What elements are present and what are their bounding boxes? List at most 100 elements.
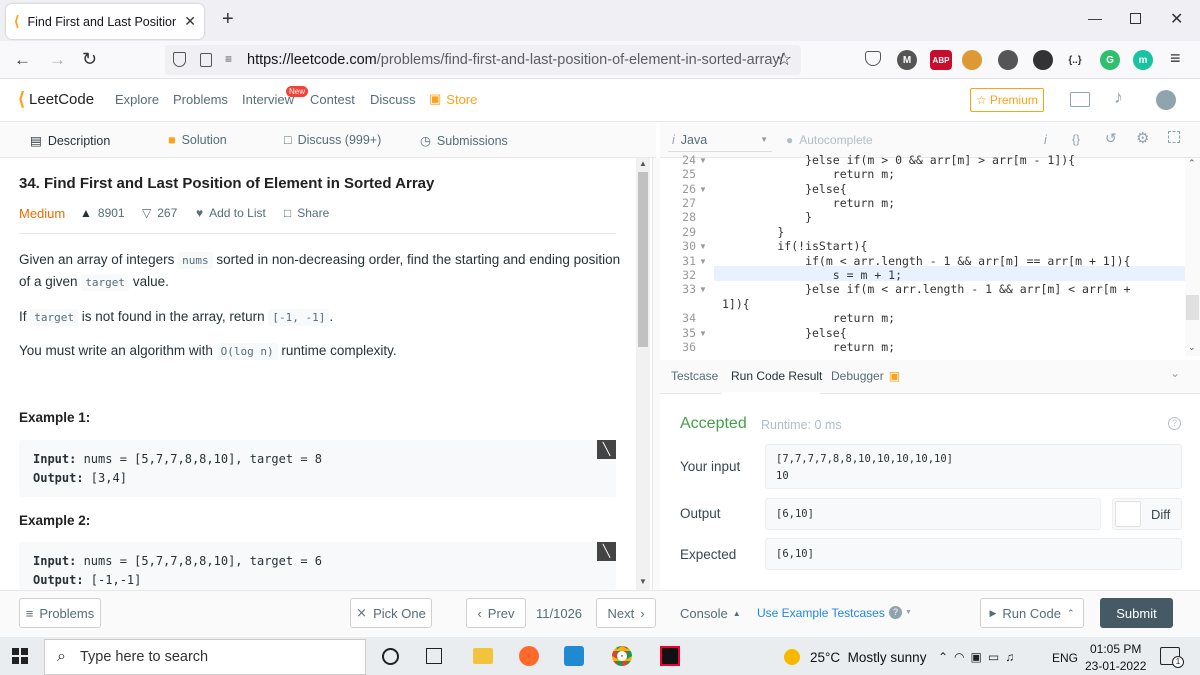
like-button[interactable]: ▲ 8901 [80, 206, 125, 220]
scrollbar-thumb[interactable] [1186, 295, 1199, 320]
collapse-chevron-icon[interactable]: ⌄ [1170, 366, 1180, 380]
chrome-icon[interactable] [612, 646, 632, 666]
intellij-icon[interactable] [660, 646, 680, 666]
taskbar-search[interactable]: ⌕ Type here to search [44, 639, 366, 675]
code-line[interactable]: s = m + 1; [722, 268, 902, 282]
browser-tab[interactable]: ⟨ Find First and Last Position of El ✕ [6, 4, 204, 39]
fold-arrow-icon[interactable]: ▼ [699, 285, 707, 294]
pick-one-button[interactable]: ⨯ Pick One [350, 598, 432, 628]
code-line[interactable]: 1]){ [722, 297, 750, 311]
lock-icon[interactable] [200, 53, 212, 67]
language-select[interactable]: i Java ▼ [668, 128, 772, 152]
code-line[interactable]: }else if(m < arr.length - 1 && arr[m] < … [722, 282, 1130, 296]
console-button[interactable]: Console ▲ [680, 606, 741, 622]
code-line[interactable]: return m; [722, 167, 895, 181]
back-icon[interactable]: ← [14, 50, 31, 70]
extension-icon[interactable]: M [897, 50, 917, 70]
autocomplete-toggle[interactable]: ● Autocomplete [786, 133, 873, 147]
clock-date[interactable]: 23-01-2022 [1085, 659, 1146, 673]
nav-discuss[interactable]: Discuss [370, 92, 416, 107]
shield-icon[interactable] [173, 52, 186, 67]
settings-icon[interactable]: ⚙ [1136, 129, 1149, 147]
submit-button[interactable]: Submit [1100, 598, 1173, 628]
panel-splitter[interactable] [652, 158, 660, 590]
fold-arrow-icon[interactable]: ▼ [699, 185, 707, 194]
braces-icon[interactable]: {} [1072, 132, 1080, 146]
fullscreen-icon[interactable] [1168, 131, 1180, 143]
vscode-icon[interactable] [564, 646, 584, 666]
permissions-icon[interactable]: ≡ [225, 52, 232, 66]
code-line[interactable]: }else{ [722, 326, 847, 340]
pin-icon[interactable]: ╲ [597, 542, 616, 561]
code-line[interactable]: } [722, 210, 812, 224]
help-dropdown[interactable]: ? ▼ [889, 606, 912, 619]
firefox-icon[interactable] [519, 646, 539, 666]
editor-scrollbar[interactable] [1185, 158, 1200, 356]
code-line[interactable]: return m; [722, 196, 895, 210]
add-to-list-button[interactable]: ♥ Add to List [196, 206, 266, 220]
playground-icon[interactable] [1070, 92, 1090, 107]
task-view-icon[interactable] [426, 648, 442, 664]
reset-icon[interactable]: ↺ [1105, 130, 1117, 147]
minimize-icon[interactable]: — [1088, 10, 1102, 26]
leetcode-logo[interactable]: ⟨ LeetCode [18, 89, 94, 110]
premium-button[interactable]: ☆ Premium [970, 88, 1044, 112]
menu-icon[interactable]: ≡ [1170, 48, 1181, 69]
notification-bell-icon[interactable]: ♪ [1114, 87, 1123, 108]
code-line[interactable]: if(!isStart){ [722, 239, 867, 253]
fold-arrow-icon[interactable]: ▼ [699, 329, 707, 338]
code-line[interactable]: }else if(m > 0 && arr[m] > arr[m - 1]){ [722, 153, 1075, 167]
help-icon[interactable]: ? [1168, 417, 1181, 430]
extension-icon[interactable] [1033, 50, 1053, 70]
code-line[interactable]: if(m < arr.length - 1 && arr[m] == arr[m… [722, 254, 1130, 268]
run-code-button[interactable]: ▶ Run Code ⌃ [980, 598, 1084, 628]
problems-button[interactable]: ≡ Problems [19, 598, 101, 628]
tab-testcase[interactable]: Testcase [671, 369, 718, 383]
nav-problems[interactable]: Problems [173, 92, 228, 107]
nav-contest[interactable]: Contest [310, 92, 355, 107]
tab-description[interactable]: ▤ Description [30, 133, 110, 149]
code-line[interactable]: } [722, 225, 784, 239]
tab-run-code-result[interactable]: Run Code Result [731, 369, 822, 383]
reload-icon[interactable]: ↻ [82, 49, 97, 70]
scroll-up-icon[interactable]: ▲ [639, 159, 647, 168]
new-tab-button[interactable]: + [222, 8, 234, 31]
extension-icon[interactable] [962, 50, 982, 70]
forward-icon[interactable]: → [49, 50, 66, 70]
bookmark-star-icon[interactable]: ☆ [776, 49, 792, 70]
share-button[interactable]: □ Share [284, 206, 329, 220]
extension-icon[interactable]: ABP [930, 50, 952, 70]
file-explorer-icon[interactable] [473, 648, 493, 664]
weather-text[interactable]: 25°C Mostly sunny [810, 650, 926, 665]
diff-toggle[interactable]: Diff [1112, 498, 1182, 530]
use-example-testcases-link[interactable]: Use Example Testcases [757, 606, 885, 620]
pin-icon[interactable]: ╲ [597, 440, 616, 459]
prev-button[interactable]: ‹ Prev [466, 598, 526, 628]
extension-icon[interactable]: G [1100, 50, 1120, 70]
scrollbar-thumb[interactable] [638, 172, 648, 347]
nav-explore[interactable]: Explore [115, 92, 159, 107]
restore-icon[interactable] [1130, 13, 1141, 24]
next-button[interactable]: Next › [596, 598, 656, 628]
scroll-down-icon[interactable]: ⌄ [1188, 342, 1196, 353]
scroll-down-icon[interactable]: ▼ [639, 577, 647, 586]
scroll-up-icon[interactable]: ⌃ [1188, 158, 1196, 169]
address-bar[interactable]: https://leetcode.com/problems/find-first… [165, 45, 801, 75]
code-line[interactable]: return m; [722, 340, 895, 354]
extension-icon[interactable]: m [1133, 50, 1153, 70]
tab-solution[interactable]: ■ Solution [168, 133, 227, 147]
cortana-icon[interactable] [382, 648, 399, 665]
fold-arrow-icon[interactable]: ▼ [699, 257, 707, 266]
tab-submissions[interactable]: ◷ Submissions [420, 133, 508, 149]
info-icon[interactable]: i [1044, 132, 1047, 147]
extension-icon[interactable]: {..} [1065, 50, 1085, 70]
nav-store[interactable]: ▣ Store [429, 91, 477, 107]
windows-start-icon[interactable] [12, 648, 28, 664]
fold-arrow-icon[interactable]: ▼ [699, 242, 707, 251]
fold-arrow-icon[interactable]: ▼ [699, 156, 707, 165]
tab-discuss[interactable]: □ Discuss (999+) [284, 133, 381, 147]
close-tab-icon[interactable]: ✕ [184, 13, 196, 30]
extension-icon[interactable] [998, 50, 1018, 70]
code-line[interactable]: return m; [722, 311, 895, 325]
language-indicator[interactable]: ENG [1052, 651, 1078, 665]
